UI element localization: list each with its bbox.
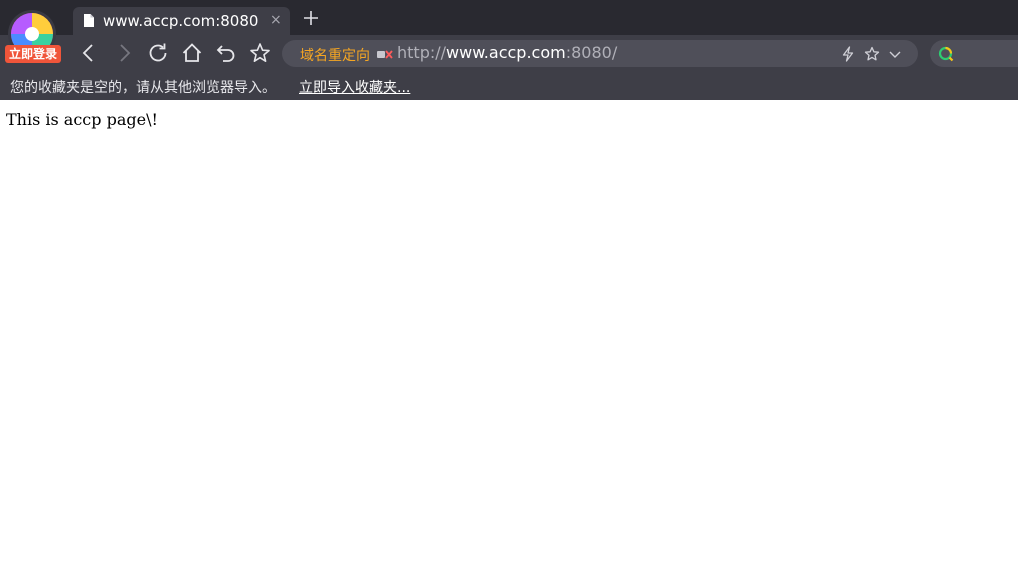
- star-icon[interactable]: [248, 41, 272, 65]
- url-host: www.accp.com: [446, 43, 566, 62]
- browser-logo[interactable]: 立即登录: [5, 8, 61, 64]
- home-icon[interactable]: [180, 41, 204, 65]
- search-box[interactable]: [930, 40, 1018, 67]
- url-text[interactable]: http://www.accp.com:8080/: [397, 43, 617, 62]
- document-icon: [84, 14, 94, 27]
- redirect-label[interactable]: 域名重定向: [300, 45, 370, 65]
- search-icon: [938, 46, 954, 62]
- bookmarks-bar: 您的收藏夹是空的，请从其他浏览器导入。 立即导入收藏夹...: [0, 72, 1018, 100]
- back-icon[interactable]: [77, 41, 101, 65]
- forward-icon[interactable]: [112, 41, 136, 65]
- url-scheme: http://: [397, 43, 447, 62]
- favorite-star-icon[interactable]: [864, 46, 880, 62]
- bookmarks-empty-message: 您的收藏夹是空的，请从其他浏览器导入。: [10, 80, 276, 96]
- tab-strip: www.accp.com:8080 ×: [0, 0, 1018, 35]
- tab-active[interactable]: www.accp.com:8080 ×: [73, 7, 290, 35]
- tab-close-icon[interactable]: ×: [270, 12, 282, 28]
- import-bookmarks-link[interactable]: 立即导入收藏夹...: [299, 77, 410, 97]
- tab-title: www.accp.com:8080: [103, 12, 259, 30]
- chevron-down-icon[interactable]: [887, 46, 903, 62]
- plus-icon[interactable]: [302, 9, 320, 27]
- redirect-icon: [377, 50, 393, 59]
- lightning-icon[interactable]: [840, 46, 856, 62]
- undo-icon[interactable]: [214, 41, 238, 65]
- reload-icon[interactable]: [146, 41, 170, 65]
- url-port-path: :8080/: [565, 43, 618, 62]
- browser-chrome: www.accp.com:8080 × 立即登录 域名重定向 http://ww…: [0, 0, 1018, 100]
- address-bar[interactable]: 域名重定向 http://www.accp.com:8080/: [282, 40, 918, 67]
- page-body-text: This is accp page\!: [6, 110, 158, 129]
- login-button[interactable]: 立即登录: [5, 45, 61, 63]
- toolbar: 域名重定向 http://www.accp.com:8080/: [0, 35, 1018, 72]
- page-content: This is accp page\!: [0, 100, 1018, 579]
